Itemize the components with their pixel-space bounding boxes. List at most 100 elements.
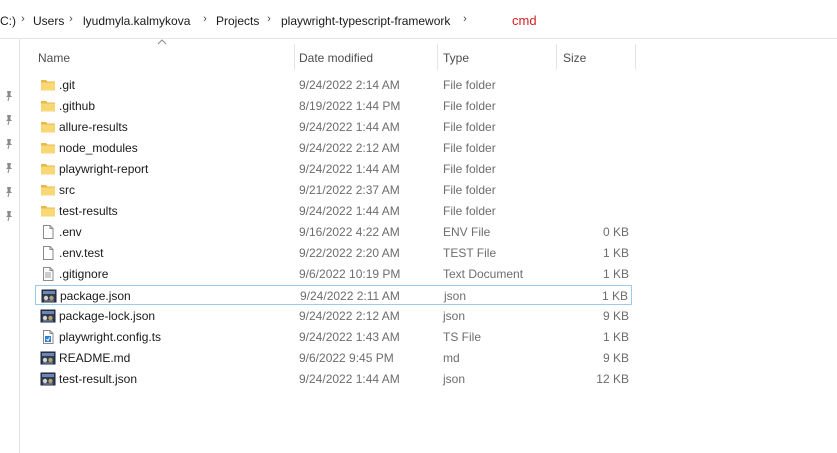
file-name: node_modules [59, 141, 138, 155]
column-header-name[interactable]: Name [38, 51, 70, 65]
file-row[interactable]: test-results 9/24/2022 1:44 AM File fold… [35, 201, 632, 221]
file-type: File folder [443, 204, 496, 218]
chevron-right-icon[interactable]: › [18, 13, 28, 25]
chevron-right-icon[interactable]: › [264, 13, 274, 25]
cmd-annotation: cmd [512, 13, 537, 28]
file-type: ENV File [443, 225, 491, 239]
file-type: json [443, 309, 466, 323]
column-header-size[interactable]: Size [563, 51, 586, 65]
breadcrumb-drive[interactable]: C:) [0, 14, 16, 28]
chevron-right-icon[interactable]: › [200, 13, 210, 25]
file-type: json [444, 289, 467, 303]
file-name: playwright-report [59, 162, 149, 176]
file-date-modified: 9/21/2022 2:37 AM [299, 183, 400, 197]
folder-icon [40, 119, 56, 135]
pin-icon[interactable] [3, 114, 15, 126]
file-name: package.json [60, 289, 131, 303]
file-row[interactable]: src 9/21/2022 2:37 AM File folder [35, 180, 632, 200]
file-name: src [59, 183, 75, 197]
column-resize-handle[interactable] [635, 44, 636, 70]
file-name: .gitignore [59, 267, 109, 281]
folder-icon [40, 182, 56, 198]
column-header-row: Name Date modified Type Size [20, 39, 837, 70]
file-row[interactable]: .env 9/16/2022 4:22 AM ENV File 0 KB [35, 222, 632, 242]
file-date-modified: 9/24/2022 1:44 AM [299, 372, 400, 386]
file-date-modified: 9/16/2022 4:22 AM [299, 225, 400, 239]
file-date-modified: 9/24/2022 1:44 AM [299, 162, 400, 176]
file-name: .env.test [59, 246, 104, 260]
file-row[interactable]: .github 8/19/2022 1:44 PM File folder [35, 96, 632, 116]
folder-icon [40, 77, 56, 93]
column-resize-handle[interactable] [294, 44, 295, 70]
file-type: File folder [443, 162, 496, 176]
folder-icon [40, 140, 56, 156]
file-name: package-lock.json [59, 309, 156, 323]
address-bar[interactable]: C:) › Users › lyudmyla.kalmykova › Proje… [0, 0, 837, 39]
file-type: json [443, 372, 466, 386]
file-type: File folder [443, 120, 496, 134]
breadcrumb-users[interactable]: Users [33, 14, 64, 28]
file-name: test-results [59, 204, 118, 218]
file-size: 1 KB [602, 330, 629, 344]
file-name: .env [59, 225, 82, 239]
file-row[interactable]: test-result.json 9/24/2022 1:44 AM json … [35, 369, 632, 389]
file-row[interactable]: .git 9/24/2022 2:14 AM File folder [35, 75, 632, 95]
file-row[interactable]: playwright-report 9/24/2022 1:44 AM File… [35, 159, 632, 179]
file-date-modified: 9/24/2022 2:12 AM [299, 309, 400, 323]
file-size: 1 KB [602, 267, 629, 281]
file-date-modified: 9/6/2022 9:45 PM [299, 351, 394, 365]
file-name: test-result.json [59, 372, 138, 386]
breadcrumb-user-folder[interactable]: lyudmyla.kalmykova [83, 14, 190, 28]
navigation-pane-edge[interactable] [0, 38, 20, 453]
pin-icon[interactable] [3, 90, 15, 102]
app-file-icon [40, 350, 56, 366]
blank-file-icon [40, 245, 56, 261]
file-date-modified: 8/19/2022 1:44 PM [299, 99, 401, 113]
file-explorer-window: C:) › Users › lyudmyla.kalmykova › Proje… [0, 0, 837, 453]
column-resize-handle[interactable] [437, 44, 438, 70]
file-name: README.md [59, 351, 131, 365]
file-row[interactable]: allure-results 9/24/2022 1:44 AM File fo… [35, 117, 632, 137]
breadcrumb-projects[interactable]: Projects [216, 14, 259, 28]
folder-icon [40, 203, 56, 219]
file-type: Text Document [443, 267, 524, 281]
blank-file-icon [40, 224, 56, 240]
file-row[interactable]: playwright.config.ts 9/24/2022 1:43 AM T… [35, 327, 632, 347]
chevron-right-icon[interactable]: › [66, 13, 76, 25]
app-file-icon [40, 371, 56, 387]
pin-icon[interactable] [3, 210, 15, 222]
file-row[interactable]: .env.test 9/22/2022 2:20 AM TEST File 1 … [35, 243, 632, 263]
column-resize-handle[interactable] [556, 44, 557, 70]
file-size: 9 KB [602, 351, 629, 365]
chevron-right-icon[interactable]: › [460, 13, 470, 25]
pin-icon[interactable] [3, 186, 15, 198]
pin-icon[interactable] [3, 162, 15, 174]
folder-icon [40, 161, 56, 177]
file-date-modified: 9/24/2022 1:44 AM [299, 204, 400, 218]
file-date-modified: 9/24/2022 2:12 AM [299, 141, 400, 155]
file-type: File folder [443, 183, 496, 197]
pin-icon[interactable] [3, 138, 15, 150]
sort-ascending-icon [157, 39, 167, 45]
file-name: playwright.config.ts [59, 330, 162, 344]
file-date-modified: 9/6/2022 10:19 PM [299, 267, 401, 281]
file-size: 9 KB [602, 309, 629, 323]
column-header-type[interactable]: Type [443, 51, 469, 65]
file-type: File folder [443, 141, 496, 155]
file-type: File folder [443, 99, 496, 113]
file-row[interactable]: package-lock.json 9/24/2022 2:12 AM json… [35, 306, 632, 326]
file-size: 0 KB [602, 225, 629, 239]
file-type: TS File [443, 330, 482, 344]
text-file-icon [40, 266, 56, 282]
folder-icon [40, 98, 56, 114]
file-name: .github [59, 99, 96, 113]
ts-file-icon [40, 329, 56, 345]
breadcrumb-current-folder[interactable]: playwright-typescript-framework [281, 14, 450, 28]
file-row[interactable]: README.md 9/6/2022 9:45 PM md 9 KB [35, 348, 632, 368]
file-row[interactable]: node_modules 9/24/2022 2:12 AM File fold… [35, 138, 632, 158]
column-header-date-modified[interactable]: Date modified [299, 51, 373, 65]
file-size: 1 KB [601, 289, 628, 303]
app-file-icon [41, 288, 57, 304]
file-row[interactable]: .gitignore 9/6/2022 10:19 PM Text Docume… [35, 264, 632, 284]
file-row[interactable]: package.json 9/24/2022 2:11 AM json 1 KB [35, 285, 632, 305]
